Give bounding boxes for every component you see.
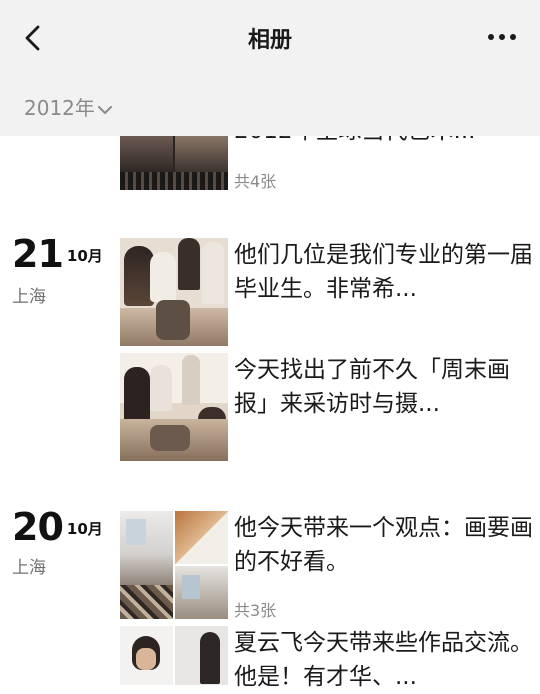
date-day: 20 xyxy=(12,505,64,549)
date-label: 20 10月 xyxy=(12,505,103,549)
location-label: 上海 xyxy=(12,287,46,307)
post-text[interactable]: 他们几位是我们专业的第一届毕业生。非常希... xyxy=(234,238,534,306)
date-day: 21 xyxy=(12,232,64,276)
post-text[interactable]: 夏云飞今天带来些作品交流。他是！有才华、... xyxy=(234,626,534,694)
post-thumbnail[interactable] xyxy=(120,626,228,685)
photo-count: 共3张 xyxy=(234,601,277,620)
date-label: 21 10月 xyxy=(12,232,103,276)
more-button[interactable] xyxy=(486,27,518,47)
nav-bar: 相册 xyxy=(0,0,540,78)
year-selector[interactable]: 2012年 xyxy=(24,92,113,121)
date-month: 10月 xyxy=(66,247,103,265)
post-thumbnail[interactable] xyxy=(120,353,228,461)
post-thumbnail[interactable] xyxy=(120,238,228,346)
page-title: 相册 xyxy=(247,28,292,53)
chevron-down-icon xyxy=(97,105,112,114)
date-month: 10月 xyxy=(66,520,103,538)
post-text[interactable]: 他今天带来一个观点：画要画的不好看。 xyxy=(234,511,534,579)
location-label: 上海 xyxy=(12,558,46,578)
post-thumbnail[interactable] xyxy=(120,511,228,619)
post-text[interactable]: 今天找出了前不久「周末画报」来采访时与摄... xyxy=(234,353,534,421)
year-label: 2012年 xyxy=(24,96,95,120)
ellipsis-icon xyxy=(488,34,516,40)
year-filter-bar: 2012年 xyxy=(0,78,540,136)
photo-count: 共4张 xyxy=(234,172,277,191)
post-thumbnail[interactable] xyxy=(120,136,228,190)
